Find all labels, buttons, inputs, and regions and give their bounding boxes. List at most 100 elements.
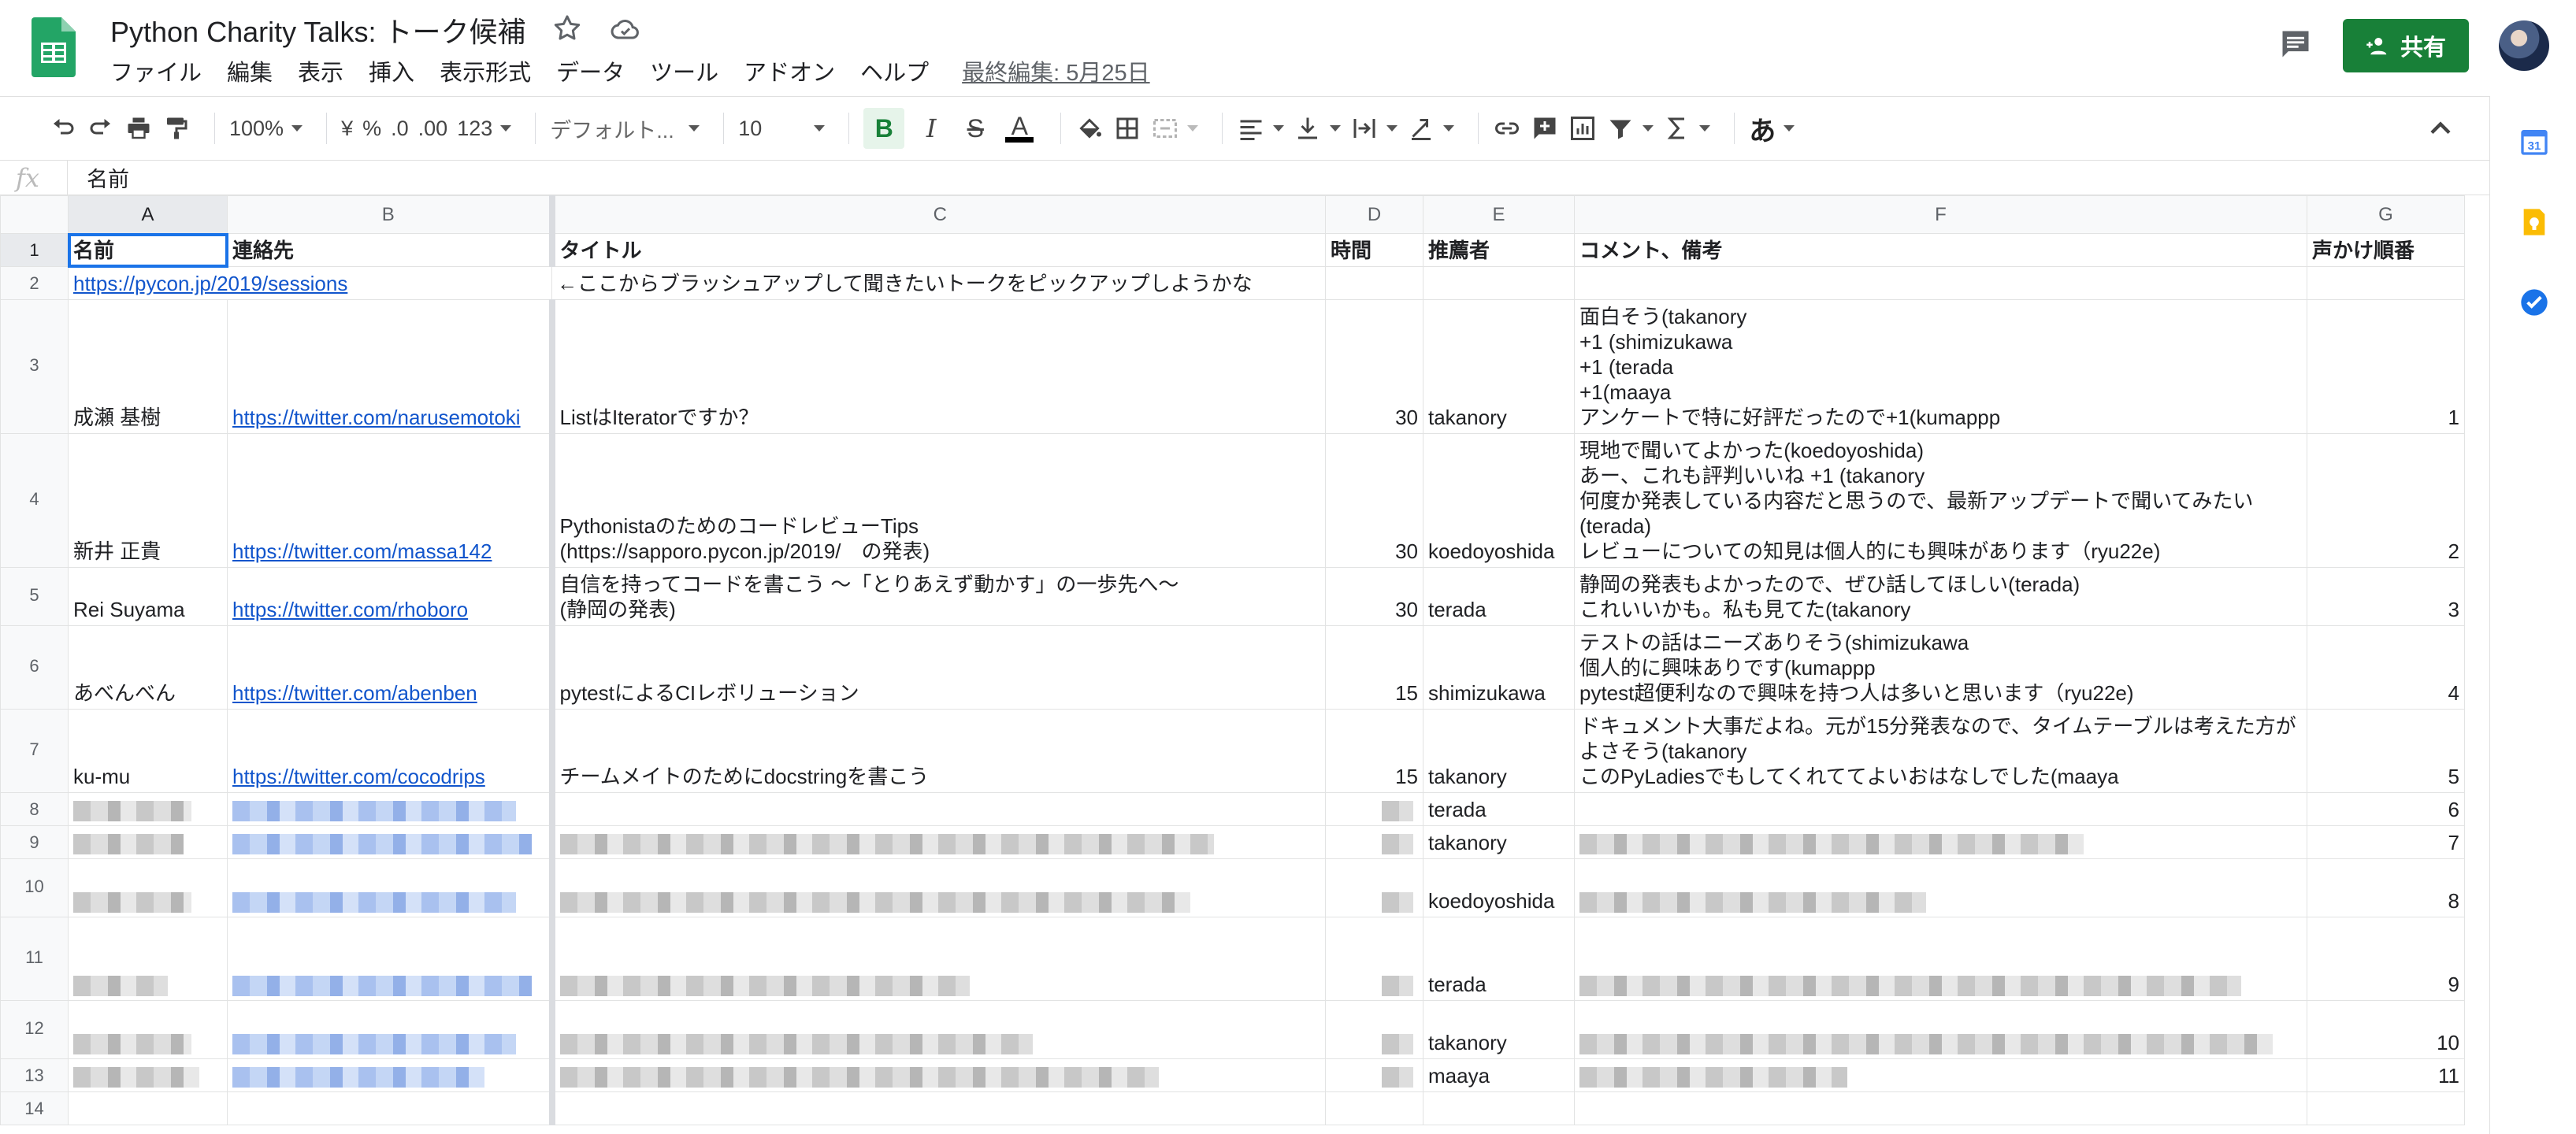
cell-name[interactable]: Rei Suyama [68, 567, 228, 626]
menu-tools[interactable]: ツール [650, 54, 718, 87]
text-color-button[interactable]: A [1002, 108, 1037, 149]
cell-empty[interactable] [1574, 1091, 2307, 1125]
currency-format-button[interactable]: ¥ [341, 108, 353, 149]
calendar-icon[interactable]: 31 [2518, 126, 2550, 158]
vertical-align-icon[interactable] [1294, 108, 1341, 149]
row-header[interactable]: 1 [0, 233, 69, 267]
insert-chart-icon[interactable] [1568, 108, 1597, 149]
cell-time-blurred[interactable] [1325, 825, 1423, 859]
cell-contact-link[interactable]: https://twitter.com/rhoboro [227, 567, 555, 626]
cell-recommender[interactable] [1423, 1091, 1575, 1125]
cell-title-blurred[interactable] [551, 825, 1326, 859]
cell-recommender[interactable]: takanory [1423, 825, 1575, 859]
cell-title-blurred[interactable] [551, 1000, 1326, 1059]
user-avatar[interactable] [2499, 20, 2549, 71]
input-tools-button[interactable]: あ [1749, 108, 1795, 149]
menu-insert[interactable]: 挿入 [369, 54, 414, 87]
cloud-saved-icon[interactable] [608, 14, 643, 46]
cell-title-blurred[interactable] [551, 1058, 1326, 1092]
last-edit-link[interactable]: 最終編集: 5月25日 [962, 54, 1150, 87]
row-header[interactable]: 5 [0, 567, 69, 626]
cell-comment-blurred[interactable] [1574, 792, 2307, 826]
sheets-logo-icon[interactable] [32, 17, 76, 77]
text-rotation-icon[interactable] [1407, 108, 1454, 149]
row-header[interactable]: 4 [0, 433, 69, 568]
cell-recommender[interactable]: koedoyoshida [1423, 858, 1575, 917]
cell-recommender[interactable]: terada [1423, 917, 1575, 1001]
cell-g1[interactable]: 声かけ順番 [2307, 233, 2465, 267]
row-header[interactable]: 3 [0, 299, 69, 434]
cell-comment[interactable]: 面白そう(takanory +1 (shimizukawa +1 (terada… [1574, 299, 2307, 434]
column-header-g[interactable]: G [2307, 195, 2465, 234]
redo-icon[interactable] [87, 108, 115, 149]
cell-title[interactable]: pytestによるCIレボリューション [551, 625, 1326, 710]
cell-b1[interactable]: 連絡先 [227, 233, 555, 267]
share-button[interactable]: 共有 [2343, 19, 2469, 72]
cell-comment-blurred[interactable] [1574, 825, 2307, 859]
cell-empty[interactable] [551, 1091, 1326, 1125]
menu-data[interactable]: データ [556, 54, 625, 87]
cell-recommender[interactable]: terada [1423, 567, 1575, 626]
cell-recommender[interactable]: maaya [1423, 1058, 1575, 1092]
fill-color-icon[interactable] [1075, 108, 1104, 149]
cell-title-blurred[interactable] [551, 858, 1326, 917]
column-header-a[interactable]: A [68, 195, 228, 234]
cell-recommender[interactable]: shimizukawa [1423, 625, 1575, 710]
cell-contact-link[interactable]: https://twitter.com/abenben [227, 625, 555, 710]
cell-contact-link[interactable]: https://twitter.com/narusemotoki [227, 299, 555, 434]
cell-order[interactable]: 3 [2307, 567, 2465, 626]
horizontal-align-icon[interactable] [1237, 108, 1284, 149]
star-icon[interactable] [551, 13, 583, 44]
cell-order[interactable]: 6 [2307, 792, 2465, 826]
cell-time-blurred[interactable] [1325, 917, 1423, 1001]
menu-edit[interactable]: 編集 [227, 54, 273, 87]
insert-link-icon[interactable] [1493, 108, 1521, 149]
cell-empty[interactable] [1325, 1091, 1423, 1125]
paint-format-icon[interactable] [162, 108, 191, 149]
bold-button[interactable]: B [863, 108, 905, 149]
cell-a1[interactable]: 名前 [67, 232, 228, 268]
menu-help[interactable]: ヘルプ [860, 54, 929, 87]
cell-name[interactable]: 新井 正貴 [68, 433, 228, 568]
cell-name-blurred[interactable] [68, 792, 228, 826]
menu-addons[interactable]: アドオン [744, 54, 835, 87]
font-size-select[interactable]: 10 [738, 108, 825, 149]
cell-contact-blurred[interactable] [227, 1000, 555, 1059]
menu-view[interactable]: 表示 [298, 54, 343, 87]
cell-time[interactable]: 30 [1325, 433, 1423, 568]
cell-time-blurred[interactable] [1325, 858, 1423, 917]
row-header[interactable]: 11 [0, 917, 69, 1001]
undo-icon[interactable] [49, 108, 77, 149]
cell-order[interactable]: 7 [2307, 825, 2465, 859]
row-header[interactable]: 2 [0, 266, 69, 300]
cell-order[interactable]: 9 [2307, 917, 2465, 1001]
cell-time-blurred[interactable] [1325, 1000, 1423, 1059]
cell-name-blurred[interactable] [68, 917, 228, 1001]
cell-comment[interactable]: テストの話はニーズありそう(shimizukawa 個人的に興味ありです(kum… [1574, 625, 2307, 710]
cell-recommender[interactable]: takanory [1423, 709, 1575, 793]
functions-icon[interactable] [1663, 108, 1710, 149]
cell-comment[interactable]: 現地で聞いてよかった(koedoyoshida) あー、これも評判いいね +1 … [1574, 433, 2307, 568]
row-header[interactable]: 12 [0, 1000, 69, 1059]
cell-name[interactable]: 成瀬 基樹 [68, 299, 228, 434]
cell-order[interactable]: 5 [2307, 709, 2465, 793]
text-wrapping-icon[interactable] [1350, 108, 1397, 149]
row-header[interactable]: 6 [0, 625, 69, 710]
column-header-c[interactable]: C [551, 195, 1326, 234]
cell-e2[interactable] [1423, 266, 1575, 300]
cell-recommender[interactable]: takanory [1423, 1000, 1575, 1059]
cell-time[interactable]: 15 [1325, 625, 1423, 710]
cell-order[interactable]: 1 [2307, 299, 2465, 434]
more-formats-select[interactable]: 123 [457, 108, 511, 149]
cell-name-blurred[interactable] [68, 858, 228, 917]
cell-f2[interactable] [1574, 266, 2307, 300]
cell-order[interactable]: 4 [2307, 625, 2465, 710]
cell-recommender[interactable]: takanory [1423, 299, 1575, 434]
cell-time-blurred[interactable] [1325, 1058, 1423, 1092]
cell-time-blurred[interactable] [1325, 792, 1423, 826]
zoom-select[interactable]: 100% [229, 108, 303, 149]
cell-c1[interactable]: タイトル [551, 233, 1326, 267]
cell-comment[interactable]: 静岡の発表もよかったので、ぜひ話してほしい(terada) これいいかも。私も見… [1574, 567, 2307, 626]
cell-order[interactable]: 2 [2307, 433, 2465, 568]
cell-title-blurred[interactable] [551, 917, 1326, 1001]
